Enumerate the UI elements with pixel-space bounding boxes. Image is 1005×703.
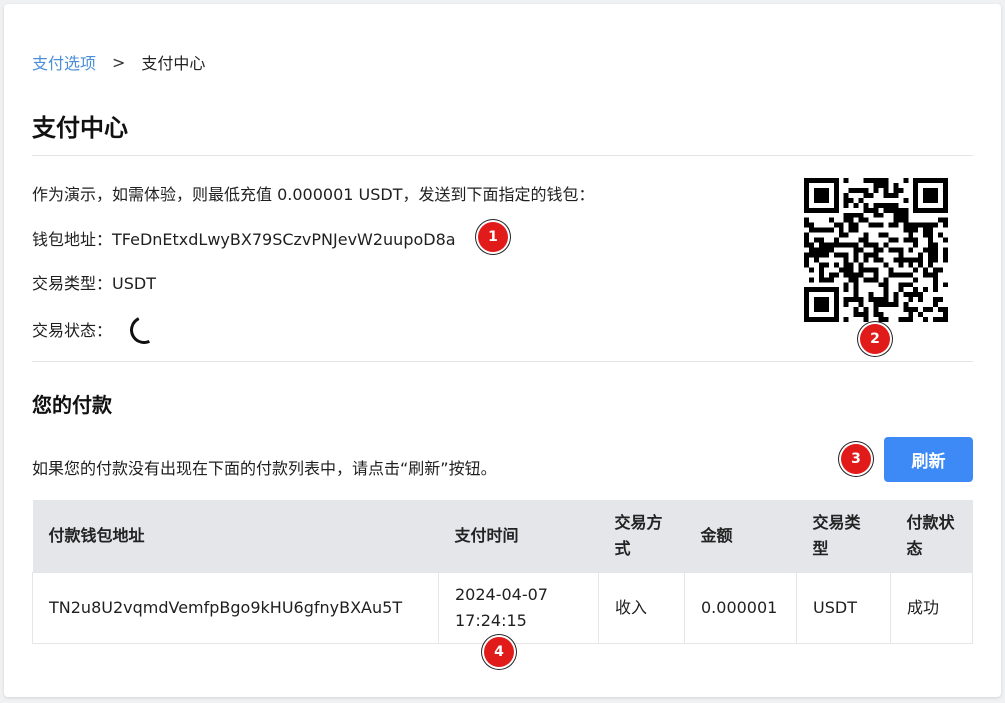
demo-notice: 作为演示，如需体验，则最低充值 0.000001 USDT，发送到下面指定的钱包… [32, 185, 595, 204]
payments-table: 付款钱包地址 支付时间 交易方式 金额 交易类型 付款状态 TN2u8U2vqm… [32, 500, 973, 644]
payment-center-card: 支付选项 > 支付中心 支付中心 作为演示，如需体验，则最低充值 0.00000… [4, 4, 1001, 697]
annotation-badge-4: 4 [484, 637, 514, 667]
annotation-badge-1: 1 [478, 222, 508, 252]
page-title: 支付中心 [32, 114, 128, 142]
column-header-wallet-address: 付款钱包地址 [32, 500, 439, 573]
cell-wallet-address: TN2u8U2vqmdVemfpBgo9kHU6gfnyBXAu5T [32, 572, 439, 644]
column-header-type: 交易类型 [796, 500, 891, 573]
wallet-address-line: 钱包地址：TFeDnEtxdLwyBX79SCzvPNJevW2uupoD8a [32, 226, 456, 250]
wallet-address-value[interactable]: TFeDnEtxdLwyBX79SCzvPNJevW2uupoD8a [112, 230, 456, 249]
column-header-method: 交易方式 [598, 500, 685, 573]
cell-payment-clock: 17:24:15 [455, 611, 527, 630]
refresh-hint: 如果您的付款没有出现在下面的付款列表中，请点击“刷新”按钮。 [32, 459, 497, 478]
breadcrumb-current: 支付中心 [141, 54, 206, 73]
cell-payment-date: 2024-04-07 [455, 585, 548, 604]
cell-type: USDT [796, 572, 891, 644]
breadcrumb: 支付选项 > 支付中心 [32, 50, 205, 74]
cell-method: 收入 [598, 572, 685, 644]
transaction-status-label: 交易状态： [32, 321, 113, 340]
refresh-button[interactable]: 刷新 [884, 437, 973, 482]
breadcrumb-link-payment-options[interactable]: 支付选项 [32, 50, 96, 74]
transaction-type-value: USDT [112, 274, 156, 293]
annotation-badge-3: 3 [841, 444, 871, 474]
divider [32, 361, 973, 362]
table-header-row: 付款钱包地址 支付时间 交易方式 金额 交易类型 付款状态 [32, 500, 973, 573]
your-payments-title: 您的付款 [32, 393, 112, 417]
cell-amount: 0.000001 [684, 572, 797, 644]
cell-status: 成功 [890, 572, 973, 644]
qr-code-icon [804, 178, 948, 322]
table-row: TN2u8U2vqmdVemfpBgo9kHU6gfnyBXAu5T 2024-… [32, 572, 973, 644]
transaction-type-label: 交易类型： [32, 274, 113, 293]
cell-payment-time: 2024-04-07 17:24:15 [438, 572, 599, 644]
column-header-payment-time: 支付时间 [438, 500, 599, 573]
annotation-badge-2: 2 [860, 324, 890, 354]
column-header-amount: 金额 [684, 500, 797, 573]
divider [32, 155, 973, 156]
transaction-status-line: 交易状态： [32, 312, 162, 348]
transaction-type-line: 交易类型：USDT [32, 270, 156, 294]
column-header-status: 付款状态 [890, 500, 973, 573]
wallet-address-label: 钱包地址： [32, 230, 113, 249]
loading-spinner-icon [126, 312, 162, 348]
breadcrumb-separator: > [112, 52, 126, 72]
